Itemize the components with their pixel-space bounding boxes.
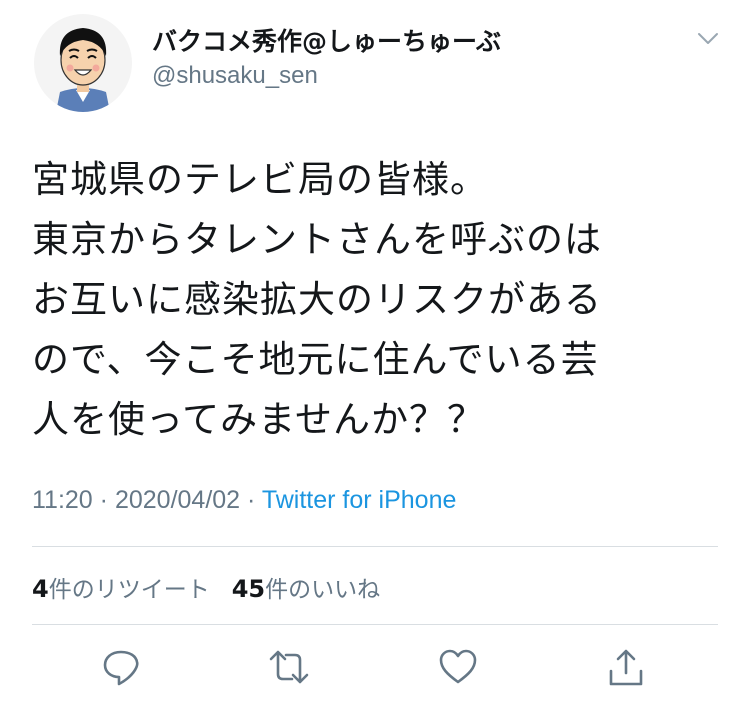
like-label: 件のいいね bbox=[265, 577, 381, 603]
divider bbox=[32, 624, 718, 625]
tweet-line: お互いに感染拡大のリスクがある bbox=[32, 278, 602, 321]
user-handle[interactable]: @shusaku_sen bbox=[152, 62, 318, 90]
tweet-source[interactable]: Twitter for iPhone bbox=[262, 486, 457, 514]
meta-separator: · bbox=[247, 486, 256, 514]
share-icon[interactable] bbox=[605, 646, 647, 688]
like-stat[interactable]: 45件のいいね bbox=[231, 575, 381, 603]
reply-icon[interactable] bbox=[100, 646, 142, 688]
like-icon[interactable] bbox=[437, 646, 479, 688]
retweet-count: 4 bbox=[32, 575, 49, 603]
tweet-meta: 11:20 · 2020/04/02 · Twitter for iPhone bbox=[32, 486, 456, 515]
retweet-stat[interactable]: 4件のリツイート bbox=[32, 575, 210, 603]
tweet-date[interactable]: 2020/04/02 bbox=[115, 486, 240, 514]
display-name[interactable]: バクコメ秀作@しゅーちゅーぶ bbox=[152, 22, 501, 58]
tweet-text: 宮城県のテレビ局の皆様。 東京からタレントさんを呼ぶのは お互いに感染拡大のリス… bbox=[32, 150, 732, 450]
tweet-line: 宮城県のテレビ局の皆様。 bbox=[32, 158, 488, 201]
chevron-down-icon[interactable] bbox=[693, 26, 723, 50]
like-count: 45 bbox=[231, 575, 266, 603]
divider bbox=[32, 546, 718, 547]
tweet-time[interactable]: 11:20 bbox=[32, 486, 93, 514]
tweet-line: 人を使ってみませんか？？ bbox=[32, 398, 486, 441]
retweet-label: 件のリツイート bbox=[48, 577, 210, 603]
tweet-line: 東京からタレントさんを呼ぶのは bbox=[32, 218, 602, 261]
meta-separator: · bbox=[99, 486, 108, 514]
cartoon-avatar-icon bbox=[56, 28, 110, 112]
avatar[interactable] bbox=[34, 14, 132, 112]
tweet-stats: 4件のリツイート 45件のいいね bbox=[32, 570, 380, 604]
tweet-line: ので、今こそ地元に住んでいる芸 bbox=[32, 338, 599, 381]
retweet-icon[interactable] bbox=[268, 646, 310, 688]
